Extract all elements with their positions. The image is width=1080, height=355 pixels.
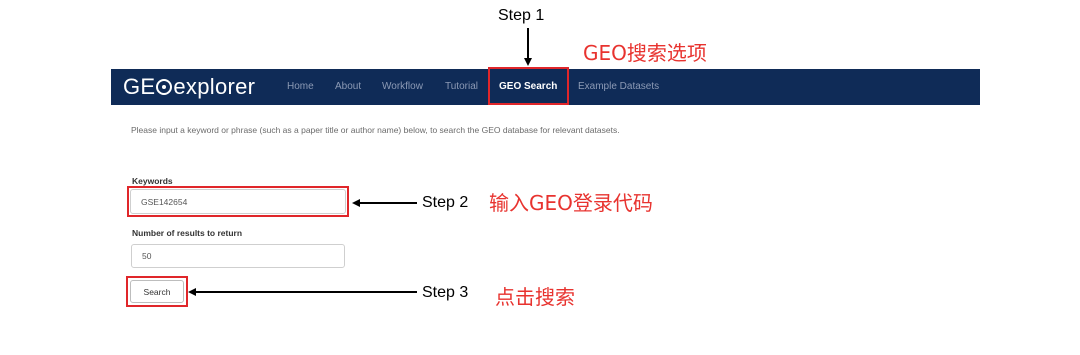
results-count-label: Number of results to return — [132, 228, 243, 238]
nav-about[interactable]: About — [335, 69, 361, 105]
results-count-input[interactable] — [131, 244, 345, 268]
nav-workflow[interactable]: Workflow — [382, 69, 423, 105]
step-2-highlight — [127, 186, 349, 217]
nav-tutorial[interactable]: Tutorial — [445, 69, 478, 105]
brand-prefix: GE — [123, 74, 156, 99]
step-1-highlight — [488, 67, 569, 105]
step-3-highlight — [126, 276, 188, 307]
brand-logo[interactable]: GE explorer — [123, 73, 255, 101]
globe-logo-icon — [156, 79, 173, 95]
nav-home[interactable]: Home — [287, 69, 314, 105]
nav-example-datasets[interactable]: Example Datasets — [578, 69, 659, 105]
keywords-label: Keywords — [132, 176, 173, 186]
brand-suffix: explorer — [173, 74, 256, 99]
intro-text: Please input a keyword or phrase (such a… — [131, 125, 620, 135]
